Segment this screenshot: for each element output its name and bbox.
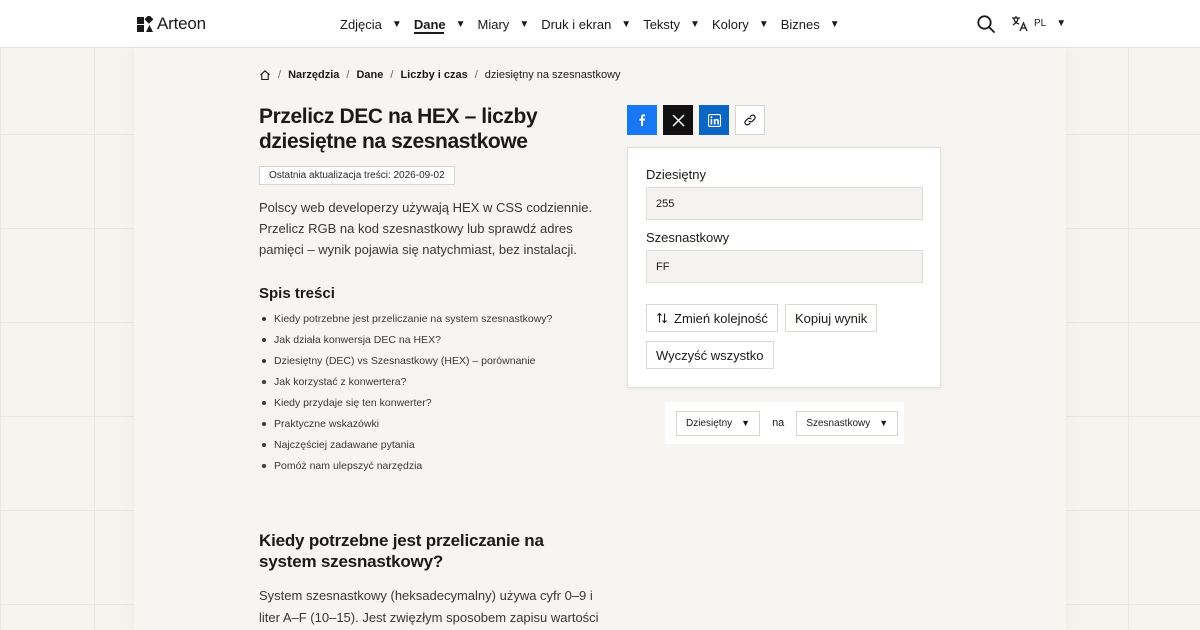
toc-item[interactable]: Najczęściej zadawane pytania: [259, 437, 552, 458]
nav-label: Miary: [477, 16, 510, 32]
hex-label: Szesnastkowy: [646, 230, 730, 245]
toc-item[interactable]: Kiedy potrzebne jest przeliczanie na sys…: [259, 311, 552, 332]
share-buttons: [627, 105, 765, 135]
chevron-down-icon: ▼: [741, 418, 751, 428]
chevron-down-icon: ▼: [519, 18, 530, 30]
table-of-contents: Kiedy potrzebne jest przeliczanie na sys…: [259, 311, 552, 479]
breadcrumb-separator: /: [346, 69, 350, 81]
breadcrumb-separator: /: [390, 69, 394, 81]
nav-item-dane[interactable]: Dane ▼: [413, 0, 466, 48]
nav-label: Biznes: [780, 16, 820, 32]
breadcrumb: / Narzędzia / Dane / Liczby i czas / dzi…: [259, 69, 621, 81]
chevron-down-icon: ▼: [879, 418, 889, 428]
toc-title: Spis treści: [259, 285, 335, 302]
nav-item-biznes[interactable]: Biznes ▼: [781, 0, 840, 48]
toc-item[interactable]: Jak korzystać z konwertera?: [259, 374, 552, 395]
decimal-input[interactable]: [646, 187, 923, 220]
nav-label: Druk i ekran: [541, 16, 612, 32]
logo-icon: [137, 16, 153, 32]
to-unit-select[interactable]: Szesnastkowy ▼: [796, 410, 899, 436]
swap-arrows-icon: [657, 312, 667, 324]
breadcrumb-current: dziesiętny na szesnastkowy: [484, 69, 621, 81]
to-unit-value: Szesnastkowy: [806, 417, 871, 429]
chevron-down-icon: ▼: [391, 18, 402, 30]
toc-item[interactable]: Kiedy przydaje się ten konwerter?: [259, 395, 552, 416]
clear-all-button[interactable]: Wyczyść wszystko: [646, 341, 774, 369]
nav-label: Teksty: [643, 16, 681, 32]
language-switcher[interactable]: PL ▼: [1011, 15, 1066, 32]
breadcrumb-separator: /: [278, 69, 282, 81]
nav-item-kolory[interactable]: Kolory ▼: [712, 0, 769, 48]
swap-button-label: Zmień kolejność: [674, 310, 768, 326]
copy-result-button[interactable]: Kopiuj wynik: [785, 304, 878, 332]
decimal-label: Dziesiętny: [646, 167, 706, 182]
copy-link-button[interactable]: [735, 105, 765, 135]
unit-selector: Dziesiętny ▼ na Szesnastkowy ▼: [665, 402, 904, 444]
clear-all-label: Wyczyść wszystko: [656, 347, 764, 363]
breadcrumb-item-dane[interactable]: Dane: [356, 69, 383, 81]
chevron-down-icon: ▼: [455, 18, 466, 30]
link-icon: [744, 114, 756, 126]
nav-item-miary[interactable]: Miary ▼: [478, 0, 530, 48]
share-facebook-button[interactable]: [627, 105, 657, 135]
section-body: System szesnastkowy (heksadecymalny) uży…: [259, 588, 599, 625]
selector-connector: na: [772, 417, 785, 429]
from-unit-select[interactable]: Dziesiętny ▼: [676, 410, 761, 436]
toc-item[interactable]: Pomóż nam ulepszyć narzędzia: [259, 458, 552, 479]
language-code: PL: [1034, 18, 1047, 29]
linkedin-icon: [707, 113, 721, 127]
site-header: Arteon Zdjęcia ▼ Dane ▼ Miary ▼ Druk i ekra…: [0, 0, 1200, 48]
chevron-down-icon: ▼: [758, 18, 769, 30]
logo[interactable]: Arteon: [137, 14, 206, 34]
breadcrumb-separator: /: [474, 69, 478, 81]
intro-text: Polscy web developerzy używają HEX w CSS…: [259, 200, 593, 257]
breadcrumb-item-narzedzia[interactable]: Narzędzia: [288, 69, 339, 81]
logo-text: Arteon: [157, 14, 206, 33]
nav-label: Kolory: [711, 16, 749, 32]
facebook-icon: [639, 114, 646, 126]
chevron-down-icon: ▼: [621, 18, 632, 30]
share-linkedin-button[interactable]: [699, 105, 729, 135]
nav-label: Dane: [413, 16, 446, 32]
translate-icon: [1012, 16, 1028, 32]
breadcrumb-item-liczby-i-czas[interactable]: Liczby i czas: [400, 69, 467, 81]
search-icon[interactable]: [976, 14, 996, 34]
nav-item-druk-i-ekran[interactable]: Druk i ekran ▼: [541, 0, 631, 48]
section-title: Kiedy potrzebne jest przeliczanie na sys…: [259, 531, 544, 571]
toc-item[interactable]: Praktyczne wskazówki: [259, 416, 552, 437]
main-content: / Narzędzia / Dane / Liczby i czas / dzi…: [134, 48, 1066, 630]
converter-card: Dziesiętny Szesnastkowy Zmień kolejność …: [627, 147, 941, 388]
x-icon: [671, 113, 685, 127]
chevron-down-icon: ▼: [690, 18, 700, 30]
home-icon[interactable]: [259, 69, 271, 81]
toc-item[interactable]: Dziesiętny (DEC) vs Szesnastkowy (HEX) –…: [259, 353, 552, 374]
hex-input[interactable]: [646, 250, 923, 283]
nav-item-teksty[interactable]: Teksty ▼: [643, 0, 700, 48]
toc-item[interactable]: Jak działa konwersja DEC na HEX?: [259, 332, 552, 353]
chevron-down-icon: ▼: [1056, 18, 1067, 29]
nav-item-zdjecia[interactable]: Zdjęcia ▼: [340, 0, 402, 48]
nav-label: Zdjęcia: [340, 16, 382, 32]
share-x-button[interactable]: [663, 105, 693, 135]
last-updated-badge: Ostatnia aktualizacja treści: 2026-09-02: [259, 166, 455, 185]
chevron-down-icon: ▼: [829, 18, 840, 30]
copy-result-label: Kopiuj wynik: [795, 310, 868, 326]
from-unit-value: Dziesiętny: [686, 417, 733, 429]
main-nav: Zdjęcia ▼ Dane ▼ Miary ▼ Druk i ekran ▼ Teks…: [340, 0, 852, 48]
page-title: Przelicz DEC na HEX – liczby dziesiętne …: [259, 105, 538, 153]
swap-button[interactable]: Zmień kolejność: [646, 304, 778, 332]
